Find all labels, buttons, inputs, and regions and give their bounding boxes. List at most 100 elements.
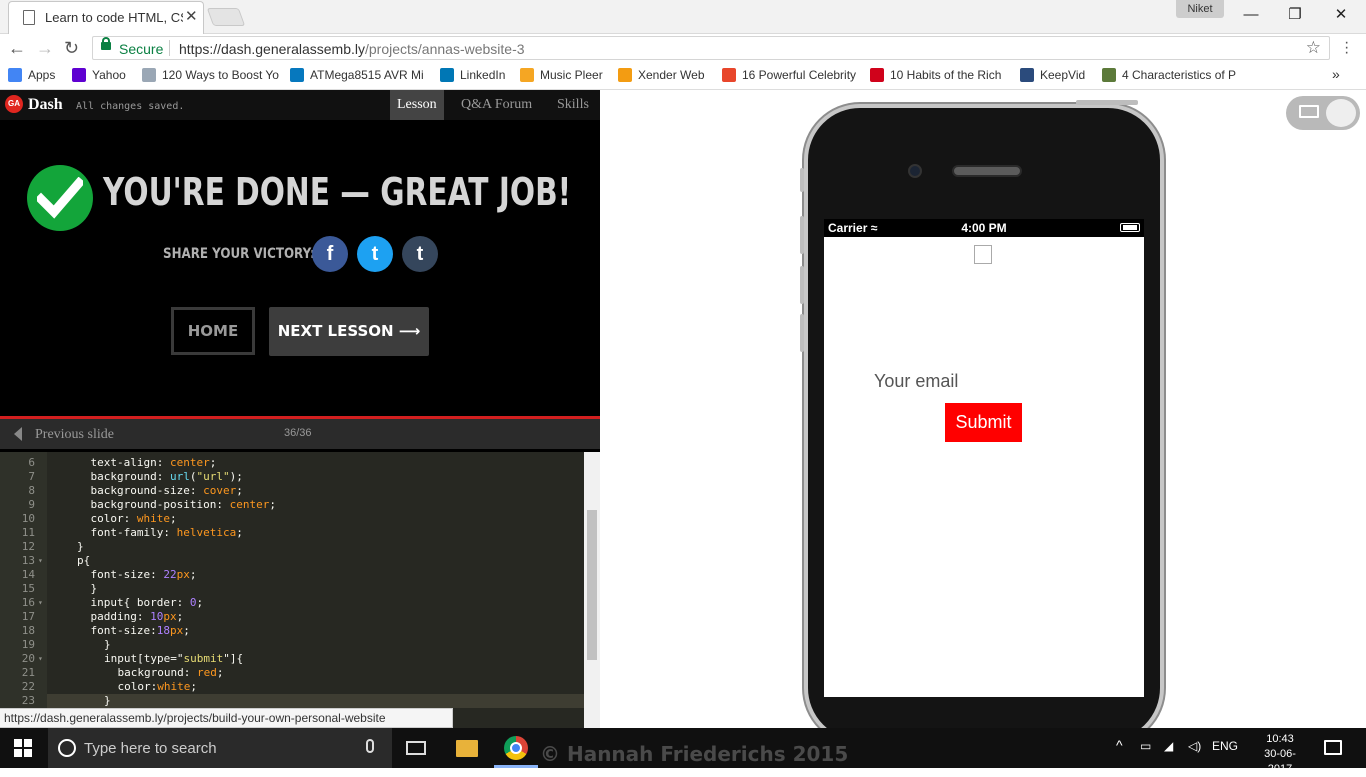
language-indicator[interactable]: ENG: [1212, 739, 1238, 753]
close-window-button[interactable]: ✕: [1318, 4, 1364, 26]
code-line[interactable]: 11 font-family: helvetica;: [0, 526, 584, 540]
close-tab-icon[interactable]: ✕: [185, 7, 198, 25]
tab-qa-forum[interactable]: Q&A Forum: [454, 90, 539, 120]
code-token: red: [196, 666, 217, 679]
link-status-bubble: https://dash.generalassemb.ly/projects/b…: [0, 708, 453, 728]
editor-scrollbar[interactable]: [584, 452, 600, 728]
share-label: SHARE YOUR VICTORY:: [163, 246, 315, 262]
line-number: 16: [21, 596, 35, 609]
reload-icon[interactable]: ↻: [64, 38, 79, 58]
previous-arrow-icon[interactable]: [14, 427, 22, 441]
code-line[interactable]: 12}: [0, 540, 584, 554]
bookmark-8[interactable]: 10 Habits of the Rich: [870, 68, 1004, 84]
code-line[interactable]: 21 background: red;: [0, 666, 584, 680]
wifi-icon: ≈: [870, 221, 878, 235]
bookmark-4[interactable]: LinkedIn: [440, 68, 512, 84]
submit-button[interactable]: Submit: [945, 403, 1022, 442]
volume-down-button: [800, 266, 804, 304]
line-number: 14: [21, 568, 35, 581]
code-token: :: [176, 596, 190, 609]
code-line[interactable]: 13 ▾ p{: [0, 554, 584, 568]
volume-icon[interactable]: ◁): [1188, 739, 1201, 753]
code-text: input{ border: 0;: [91, 596, 204, 610]
tab-lesson[interactable]: Lesson: [390, 90, 444, 120]
file-explorer-icon[interactable]: [456, 740, 478, 757]
ga-logo[interactable]: GA: [5, 95, 23, 113]
bookmark-9[interactable]: KeepVid: [1020, 68, 1092, 84]
code-token: "url": [196, 470, 230, 483]
tab-skills[interactable]: Skills: [550, 90, 596, 120]
previous-slide-button[interactable]: Previous slide: [35, 427, 114, 443]
network-icon[interactable]: ◢: [1164, 739, 1173, 753]
next-lesson-button[interactable]: NEXT LESSON ⟶: [269, 307, 429, 356]
code-token: px: [176, 568, 190, 581]
show-hidden-icons[interactable]: ^: [1116, 737, 1123, 753]
scrollbar-thumb[interactable]: [587, 510, 597, 660]
home-button[interactable]: HOME: [171, 307, 255, 355]
bookmark-6[interactable]: Xender Web: [618, 68, 712, 84]
bookmark-label: KeepVid: [1040, 68, 1086, 82]
browser-tab[interactable]: Learn to code HTML, CSS ✕: [8, 1, 204, 34]
bookmark-star-icon[interactable]: ☆: [1306, 38, 1321, 58]
code-line[interactable]: 17 padding: 10px;: [0, 610, 584, 624]
more-bookmarks-icon[interactable]: »: [1332, 66, 1340, 82]
back-icon[interactable]: ←: [8, 38, 26, 58]
code-line[interactable]: 19}: [0, 638, 584, 652]
slide-navigation: Previous slide 36/36: [0, 419, 600, 449]
fold-arrow-icon[interactable]: ▾: [38, 596, 43, 610]
task-view-icon[interactable]: [406, 741, 426, 755]
code-line[interactable]: 15}: [0, 582, 584, 596]
url-text[interactable]: https://dash.generalassemb.ly/projects/a…: [179, 41, 525, 57]
mute-switch: [800, 168, 804, 192]
bookmark-3[interactable]: ATMega8515 AVR Mi: [290, 68, 450, 84]
bookmark-7[interactable]: 16 Powerful Celebrity: [722, 68, 856, 84]
microphone-icon[interactable]: [366, 739, 374, 753]
email-input[interactable]: Your email: [874, 371, 958, 392]
code-text: color: white;: [91, 512, 177, 526]
restore-button[interactable]: ❐: [1272, 4, 1318, 26]
monitor-icon: [1299, 105, 1319, 118]
bookmark-label: ATMega8515 AVR Mi: [310, 68, 424, 82]
code-line[interactable]: 6 text-align: center;: [0, 456, 584, 470]
tab-strip: Learn to code HTML, CSS ✕ Niket — ❐ ✕: [0, 0, 1366, 34]
code-line[interactable]: 23}: [0, 694, 584, 708]
code-line[interactable]: 14 font-size: 22px;: [0, 568, 584, 582]
device-toggle[interactable]: [1286, 96, 1360, 130]
bookmark-1[interactable]: Yahoo: [72, 68, 130, 84]
profile-button[interactable]: Niket: [1176, 0, 1224, 18]
forward-icon[interactable]: →: [36, 38, 54, 58]
code-line[interactable]: 7 background: url("url");: [0, 470, 584, 484]
dash-title[interactable]: Dash: [28, 96, 63, 114]
code-line[interactable]: 10 color: white;: [0, 512, 584, 526]
code-editor[interactable]: 6 text-align: center; 7 background: url("ur…: [0, 452, 584, 728]
fold-arrow-icon[interactable]: ▾: [38, 652, 43, 666]
line-number: 19: [21, 638, 35, 651]
lock-icon: [101, 37, 111, 50]
dash-header: GA Dash All changes saved. Lesson Q&A Fo…: [0, 90, 600, 120]
bookmark-2[interactable]: 120 Ways to Boost Yo: [142, 68, 280, 84]
tumblr-icon[interactable]: t: [402, 236, 438, 272]
address-bar[interactable]: Secure https://dash.generalassemb.ly/pro…: [92, 36, 1330, 60]
code-line[interactable]: 22 color:white;: [0, 680, 584, 694]
taskbar-clock[interactable]: 10:43 30-06-2017: [1252, 732, 1308, 777]
fold-arrow-icon[interactable]: ▾: [38, 554, 43, 568]
battery-tray-icon[interactable]: ▭: [1140, 739, 1151, 753]
line-number: 21: [21, 666, 35, 679]
code-line[interactable]: 20 ▾ input[type="submit"]{: [0, 652, 584, 666]
menu-icon[interactable]: · · ·: [1344, 35, 1349, 61]
taskbar-search[interactable]: Type here to search: [48, 728, 392, 768]
bookmark-10[interactable]: 4 Characteristics of P: [1102, 68, 1238, 84]
action-center-icon[interactable]: [1324, 740, 1342, 755]
bookmark-0[interactable]: Apps: [8, 68, 68, 84]
new-tab-button[interactable]: [206, 8, 246, 26]
code-line[interactable]: 18 font-size:18px;: [0, 624, 584, 638]
code-line[interactable]: 9 background-position: center;: [0, 498, 584, 512]
minimize-button[interactable]: —: [1228, 4, 1274, 26]
twitter-icon[interactable]: t: [357, 236, 393, 272]
bookmark-5[interactable]: Music Pleer: [520, 68, 604, 84]
facebook-icon[interactable]: f: [312, 236, 348, 272]
code-line[interactable]: 16 ▾ input{ border: 0;: [0, 596, 584, 610]
windows-start-icon[interactable]: [14, 739, 32, 757]
code-line[interactable]: 8 background-size: cover;: [0, 484, 584, 498]
chrome-icon[interactable]: [504, 736, 528, 760]
